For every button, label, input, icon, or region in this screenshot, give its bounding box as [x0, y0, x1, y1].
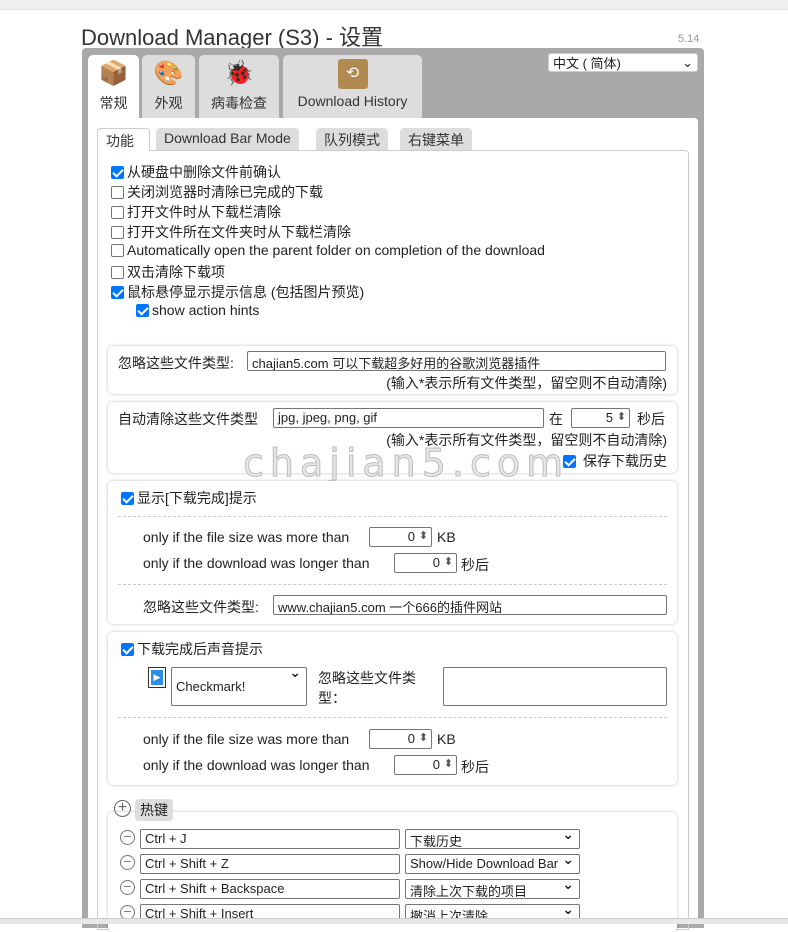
checkbox[interactable] [111, 244, 124, 257]
remove-hotkey-icon[interactable]: − [120, 854, 135, 870]
hotkey-action-select[interactable]: Show/Hide Download Bar [405, 854, 580, 874]
notify-ignore-input[interactable]: www.chajian5.com 一个666的插件网站 [273, 595, 667, 615]
divider [118, 516, 667, 517]
option-label: 打开文件时从下载栏清除 [127, 204, 281, 220]
seconds-label: 秒后 [461, 557, 489, 573]
watermark: chajian5.com [242, 441, 570, 486]
option-label: Automatically open the parent folder on … [127, 242, 545, 258]
subtab-context-menu[interactable]: 右键菜单 [400, 128, 472, 150]
horizontal-scrollbar[interactable] [0, 918, 788, 924]
ignore-types-label: 忽略这些文件类型： [318, 670, 416, 706]
sound-time-stepper[interactable]: 0 [394, 755, 457, 775]
tab-label: Download History [297, 93, 408, 109]
chevron-down-icon: ⌄ [682, 54, 693, 70]
checkbox[interactable] [121, 643, 134, 656]
checkbox[interactable] [111, 226, 124, 239]
option-clear-on-open-folder[interactable]: 打开文件所在文件夹时从下载栏清除 [111, 222, 351, 242]
checkbox[interactable] [111, 186, 124, 199]
checkbox[interactable] [111, 206, 124, 219]
save-history-label: 保存下载历史 [583, 453, 667, 469]
hotkey-action-select[interactable]: 清除上次下载的项目 [405, 879, 580, 899]
in-label: 在 [549, 411, 563, 427]
size-label: only if the file size was more than [143, 529, 350, 545]
tab-label: 外观 [154, 95, 183, 111]
kb-label: KB [437, 529, 456, 545]
ignore-types-box: 忽略这些文件类型: chajian5.com 可以下载超多好用的谷歌浏览器插件 … [108, 346, 677, 394]
bug-icon: 🐞 [224, 60, 254, 87]
divider [118, 717, 667, 718]
sound-ignore-input[interactable] [443, 667, 667, 706]
kb-label: KB [437, 731, 456, 747]
option-double-click-clear[interactable]: 双击清除下载项 [111, 262, 225, 282]
paint-palette-icon: 🎨 [153, 60, 184, 87]
play-sound-button[interactable]: ▶ [148, 667, 166, 688]
option-hover-tooltip[interactable]: 鼠标悬停显示提示信息 (包括图片预览) [111, 282, 364, 302]
sound-select[interactable]: Checkmark! [171, 667, 307, 706]
auto-clear-types-input[interactable]: jpg, jpeg, png, gif [273, 408, 544, 428]
ignore-types-input[interactable]: chajian5.com 可以下载超多好用的谷歌浏览器插件 [247, 351, 666, 371]
option-label: 鼠标悬停显示提示信息 (包括图片预览) [127, 284, 365, 300]
sound-box: 下载完成后声音提示 ▶ Checkmark! 忽略这些文件类型： only if… [108, 632, 677, 785]
sound-size-stepper[interactable]: 0 [369, 729, 432, 749]
divider [118, 584, 667, 585]
ignore-types-label: 忽略这些文件类型: [143, 599, 259, 615]
tab-label: 常规 [99, 95, 128, 111]
time-label: only if the download was longer than [143, 555, 370, 571]
option-clear-on-close[interactable]: 关闭浏览器时清除已完成的下载 [111, 182, 323, 202]
seconds-after-label: 秒后 [637, 411, 665, 427]
subtab-features[interactable]: 功能 [97, 128, 150, 151]
option-label: 打开文件所在文件夹时从下载栏清除 [127, 224, 351, 240]
top-strip [0, 0, 788, 10]
language-value: 中文 ( 简体) [553, 56, 621, 71]
hotkeys-label: 热键 [135, 799, 173, 821]
option-auto-open-folder[interactable]: Automatically open the parent folder on … [111, 242, 545, 258]
tab-general[interactable]: 📦 常规 [88, 55, 139, 119]
option-label: 关闭浏览器时清除已完成的下载 [127, 184, 323, 200]
checkbox[interactable] [136, 304, 149, 317]
auto-clear-seconds-stepper[interactable]: 5 [571, 408, 630, 428]
play-icon: ▶ [151, 670, 163, 685]
tab-label: 病毒检查 [211, 95, 267, 111]
hotkey-input[interactable]: Ctrl + J [140, 829, 400, 849]
remove-hotkey-icon[interactable]: − [120, 829, 135, 845]
subtab-queue-mode[interactable]: 队列模式 [316, 128, 388, 150]
hotkey-input[interactable]: Ctrl + Shift + Z [140, 854, 400, 874]
hotkey-action-select[interactable]: 下载历史 [405, 829, 580, 849]
language-select[interactable]: 中文 ( 简体) ⌄ [548, 53, 698, 72]
size-label: only if the file size was more than [143, 731, 350, 747]
notify-size-stepper[interactable]: 0 [369, 527, 432, 547]
tab-download-history[interactable]: ⟲ Download History [283, 55, 422, 118]
hotkey-input[interactable]: Ctrl + Shift + Backspace [140, 879, 400, 899]
remove-hotkey-icon[interactable]: − [120, 879, 135, 895]
checkbox[interactable] [111, 166, 124, 179]
option-label: 双击清除下载项 [127, 264, 225, 280]
show-complete-notice-option[interactable]: 显示[下载完成]提示 [121, 488, 257, 508]
tools-box-icon: 📦 [98, 60, 129, 87]
tab-virus-check[interactable]: 🐞 病毒检查 [199, 55, 279, 118]
notify-box: 显示[下载完成]提示 only if the file size was mor… [108, 481, 677, 624]
hint-text: (输入*表示所有文件类型，留空则不自动清除) [386, 375, 667, 391]
auto-clear-label: 自动清除这些文件类型 [118, 411, 258, 427]
tab-appearance[interactable]: 🎨 外观 [142, 55, 195, 118]
checkbox[interactable] [111, 286, 124, 299]
option-clear-on-open[interactable]: 打开文件时从下载栏清除 [111, 202, 281, 222]
add-hotkey-icon[interactable]: + [114, 800, 131, 817]
time-label: only if the download was longer than [143, 757, 370, 773]
option-label: 从硬盘中删除文件前确认 [127, 164, 281, 180]
option-show-action-hints[interactable]: show action hints [136, 302, 259, 318]
version-label: 5.14 [678, 33, 700, 45]
option-confirm-delete[interactable]: 从硬盘中删除文件前确认 [111, 162, 281, 182]
ignore-types-label: 忽略这些文件类型: [118, 355, 234, 371]
option-label: 下载完成后声音提示 [137, 641, 263, 657]
seconds-label: 秒后 [461, 759, 489, 775]
option-label: show action hints [152, 302, 260, 318]
save-history-option[interactable]: 保存下载历史 [563, 451, 667, 471]
option-label: 显示[下载完成]提示 [137, 490, 257, 506]
sound-notice-option[interactable]: 下载完成后声音提示 [121, 639, 263, 659]
notify-time-stepper[interactable]: 0 [394, 553, 457, 573]
subtab-download-bar-mode[interactable]: Download Bar Mode [156, 128, 299, 150]
history-box-icon: ⟲ [337, 59, 368, 89]
checkbox[interactable] [121, 492, 134, 505]
checkbox[interactable] [111, 266, 124, 279]
